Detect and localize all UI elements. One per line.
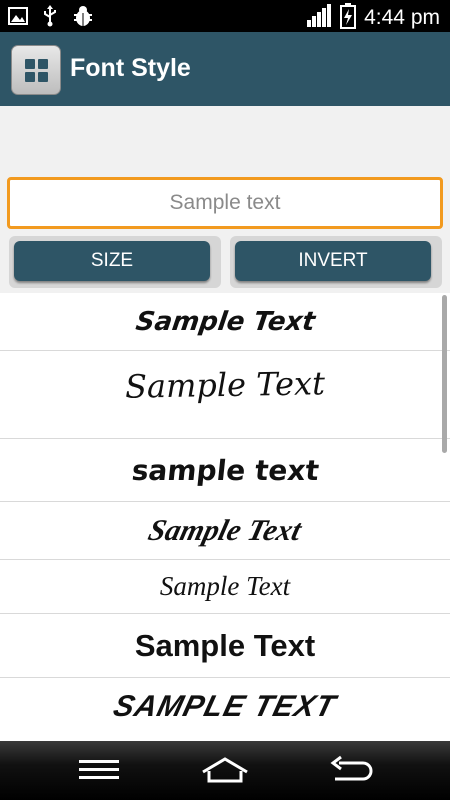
font-sample-text: Sample Text: [133, 306, 317, 337]
list-item[interactable]: Sample Text: [0, 560, 450, 614]
gallery-icon: [8, 7, 28, 29]
font-sample-text: Sample Text: [134, 627, 316, 663]
clock: 4:44 pm: [364, 6, 440, 29]
status-bar: 4:44 pm: [0, 0, 450, 32]
list-item[interactable]: sample text: [0, 439, 450, 502]
font-sample-text: Sample Text: [124, 363, 326, 406]
battery-charging-icon: [340, 3, 357, 33]
debug-icon: [72, 5, 94, 31]
back-icon[interactable]: [326, 753, 376, 787]
list-item[interactable]: Sample Text: [0, 614, 450, 678]
menu-icon[interactable]: [74, 753, 124, 787]
list-item[interactable]: Sample Text: [0, 293, 450, 351]
app-bar: Font Style: [0, 32, 450, 106]
usb-icon: [42, 5, 58, 31]
list-item[interactable]: Sample Text: [0, 351, 450, 439]
font-sample-text: sample text: [129, 453, 321, 487]
sample-text-input[interactable]: [7, 177, 443, 229]
size-button[interactable]: SIZE: [14, 241, 210, 281]
navigation-bar: [0, 741, 450, 800]
scrollbar[interactable]: [442, 295, 447, 453]
list-item[interactable]: Sample Text: [0, 502, 450, 560]
invert-button-frame: INVERT: [230, 236, 442, 288]
font-sample-text: Sample Text: [145, 513, 305, 547]
font-sample-text: SAMPLE TEXT: [110, 690, 340, 723]
invert-button[interactable]: INVERT: [235, 241, 431, 281]
grid-app-icon[interactable]: [11, 45, 61, 95]
font-sample-text: Sample Text: [159, 571, 291, 601]
signal-icon: [306, 4, 332, 32]
page-title: Font Style: [70, 54, 191, 82]
font-list[interactable]: Sample Text Sample Text sample text Samp…: [0, 293, 450, 741]
list-item[interactable]: SAMPLE TEXT: [0, 678, 450, 736]
size-button-frame: SIZE: [9, 236, 221, 288]
home-icon[interactable]: [200, 753, 250, 787]
